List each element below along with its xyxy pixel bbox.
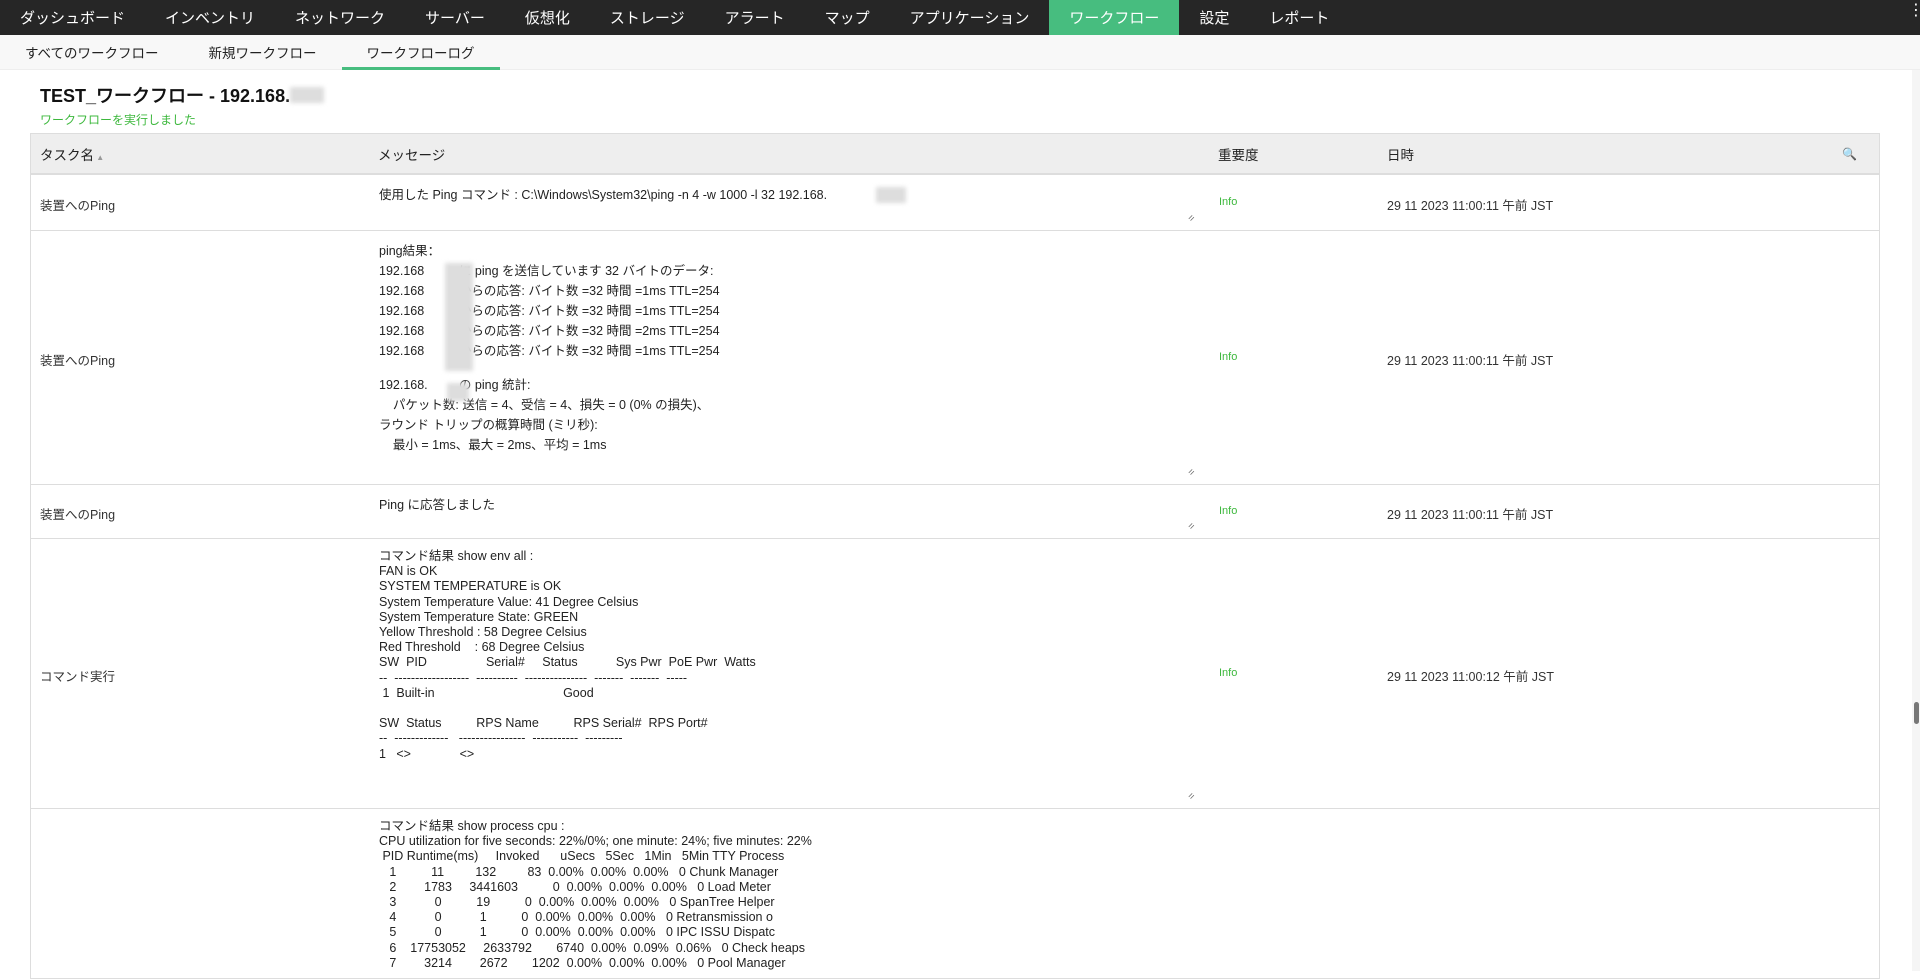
message-text: 使用した Ping コマンド : C:\Windows\System32\pin… bbox=[379, 185, 1229, 205]
sub-navigation: すべてのワークフロー 新規ワークフロー ワークフローログ bbox=[0, 35, 1920, 70]
redacted-ip bbox=[876, 187, 906, 203]
nav-item[interactable]: 仮想化 bbox=[505, 0, 590, 35]
resize-handle-icon[interactable]: = bbox=[1186, 467, 1198, 479]
message-line: PID Runtime(ms) Invoked uSecs 5Sec 1Min … bbox=[379, 849, 785, 864]
nav-item[interactable]: マップ bbox=[805, 0, 890, 35]
nav-item[interactable]: アラート bbox=[705, 0, 805, 35]
message-line: 5 0 1 0 0.00% 0.00% 0.00% 0 IPC ISSU Dis… bbox=[379, 925, 776, 940]
message-line: 2 1783 3441603 0 0.00% 0.00% 0.00% 0 Loa… bbox=[379, 879, 771, 894]
scrollbar-thumb[interactable] bbox=[1914, 702, 1919, 724]
page-title: TEST_ワークフロー - 192.168. bbox=[40, 82, 325, 108]
message-line: 1 <> <> bbox=[379, 746, 475, 761]
datetime: 29 11 2023 11:00:11 午前 JST bbox=[1387, 354, 1554, 368]
message-line: パケット数: 送信 = 4、受信 = 4、損失 = 0 (0% の損失)、 bbox=[379, 398, 710, 412]
more-menu-icon[interactable]: ⋮ bbox=[1908, 3, 1920, 19]
message-line: 192.168 からの応答: バイト数 =32 時間 =1ms TTL=254 bbox=[379, 344, 720, 358]
column-header-datetime[interactable]: 日時 bbox=[1387, 144, 1414, 164]
message-line: -- ------------------ ---------- -------… bbox=[379, 670, 688, 685]
table-row: 装置へのPing Info 29 11 2023 11:00:11 午前 JST pi… bbox=[31, 231, 1879, 485]
resize-handle-icon[interactable]: = bbox=[1186, 213, 1198, 225]
message-line: 1 11 132 83 0.00% 0.00% 0.00% 0 Chunk Ma… bbox=[379, 864, 779, 879]
redacted-ip bbox=[447, 383, 469, 401]
nav-item[interactable]: レポート bbox=[1249, 0, 1349, 35]
page-title-text: TEST_ワークフロー - 192.168. bbox=[40, 86, 291, 106]
message-line: Ping に応答しました bbox=[379, 498, 495, 512]
nav-item[interactable]: アプリケーション bbox=[890, 0, 1050, 35]
nav-item[interactable]: ネットワーク bbox=[275, 0, 405, 35]
message-line: SW Status RPS Name RPS Serial# RPS Port# bbox=[379, 716, 708, 731]
column-header-severity[interactable]: 重要度 bbox=[1218, 144, 1259, 164]
subnav-tab[interactable]: ワークフローログ bbox=[341, 35, 500, 70]
message-line: SYSTEM TEMPERATURE is OK bbox=[379, 579, 562, 594]
message-line: 7 3214 2672 1202 0.00% 0.00% 0.00% 0 Poo… bbox=[379, 955, 786, 970]
message-line: コマンド結果 show env all : bbox=[379, 549, 534, 563]
message-line: 192.168 からの応答: バイト数 =32 時間 =1ms TTL=254 bbox=[379, 304, 720, 318]
message-line: 192.168. の ping 統計: bbox=[379, 378, 531, 392]
nav-item[interactable]: 設定 bbox=[1179, 0, 1249, 35]
subnav-tab[interactable]: すべてのワークフロー bbox=[0, 35, 184, 69]
message-line: 192.168 からの応答: バイト数 =32 時間 =1ms TTL=254 bbox=[379, 284, 720, 298]
task-name: 装置へのPing bbox=[40, 354, 116, 368]
message-line: -- ------------- ---------------- ------… bbox=[379, 731, 623, 746]
resize-handle-icon[interactable]: = bbox=[1186, 521, 1198, 533]
subnav-tab[interactable]: 新規ワークフロー bbox=[184, 35, 342, 69]
redacted-ip bbox=[445, 263, 473, 371]
table-header: タスク名 ▲ メッセージ 重要度 日時 🔍 bbox=[31, 134, 1879, 175]
nav-item[interactable]: ストレージ bbox=[590, 0, 705, 35]
search-icon[interactable]: 🔍 bbox=[1842, 147, 1857, 161]
column-header-task[interactable]: タスク名 ▲ bbox=[40, 144, 104, 164]
table-row: コマンド結果 show process cpu : CPU utilization… bbox=[31, 809, 1879, 979]
message-line: 192.168 に ping を送信しています 32 バイトのデータ: bbox=[379, 264, 714, 278]
message-line: CPU utilization for five seconds: 22%/0%… bbox=[379, 834, 812, 849]
message-text: コマンド結果 show env all : FAN is OK SYSTEM TEM… bbox=[379, 549, 1229, 762]
scrollbar[interactable] bbox=[1912, 70, 1920, 971]
task-header-label: タスク名 bbox=[40, 147, 94, 163]
message-text: Ping に応答しました bbox=[379, 495, 1229, 515]
message-line: ラウンド トリップの概算時間 (ミリ秒): bbox=[379, 418, 598, 432]
status-message: ワークフローを実行しました bbox=[40, 113, 197, 127]
workflow-log-table: タスク名 ▲ メッセージ 重要度 日時 🔍 装置へのPing Info 29 11 … bbox=[30, 133, 1880, 979]
column-header-message[interactable]: メッセージ bbox=[378, 144, 445, 164]
message-text: コマンド結果 show process cpu : CPU utilization… bbox=[379, 819, 1229, 971]
message-line: 4 0 1 0 0.00% 0.00% 0.00% 0 Retransmissi… bbox=[379, 910, 773, 925]
nav-item[interactable]: サーバー bbox=[405, 0, 505, 35]
message-line: 1 Built-in Good bbox=[379, 685, 594, 700]
message-line bbox=[379, 701, 1229, 716]
nav-item[interactable]: インベントリ bbox=[145, 0, 275, 35]
message-line: FAN is OK bbox=[379, 564, 438, 579]
message-line: System Temperature State: GREEN bbox=[379, 609, 579, 624]
nav-item[interactable]: ダッシュボード bbox=[0, 0, 145, 35]
message-line: 192.168 からの応答: バイト数 =32 時間 =2ms TTL=254 bbox=[379, 324, 720, 338]
message-line: 3 0 19 0 0.00% 0.00% 0.00% 0 SpanTree He… bbox=[379, 895, 775, 910]
datetime: 29 11 2023 11:00:12 午前 JST bbox=[1387, 670, 1555, 684]
message-line: コマンド結果 show process cpu : bbox=[379, 819, 565, 833]
message-line: SW PID Serial# Status Sys Pwr PoE Pwr Wa… bbox=[379, 655, 756, 670]
sort-icon[interactable]: ▲ bbox=[94, 153, 104, 162]
task-name: コマンド実行 bbox=[40, 670, 116, 684]
message-line: System Temperature Value: 41 Degree Cels… bbox=[379, 594, 639, 609]
datetime: 29 11 2023 11:00:11 午前 JST bbox=[1387, 199, 1554, 213]
message-line: 6 17753052 2633792 6740 0.00% 0.09% 0.06… bbox=[379, 940, 805, 955]
message-line: 使用した Ping コマンド : C:\Windows\System32\pin… bbox=[379, 188, 828, 202]
redacted-ip bbox=[290, 87, 325, 103]
top-navigation: ダッシュボード インベントリ ネットワーク サーバー 仮想化 ストレージ アラート マップ アプ… bbox=[0, 0, 1920, 35]
datetime: 29 11 2023 11:00:11 午前 JST bbox=[1387, 508, 1554, 522]
message-line: Red Threshold : 68 Degree Celsius bbox=[379, 640, 585, 655]
task-name: 装置へのPing bbox=[40, 508, 116, 522]
message-line: Yellow Threshold : 58 Degree Celsius bbox=[379, 625, 587, 640]
resize-handle-icon[interactable]: = bbox=[1186, 791, 1198, 803]
task-name: 装置へのPing bbox=[40, 199, 116, 213]
message-line: ping結果： bbox=[379, 244, 441, 258]
message-text: ping結果： 192.168 に ping を送信しています 32 バイトのデー… bbox=[379, 241, 1229, 455]
nav-item[interactable]: ワークフロー bbox=[1049, 0, 1180, 35]
table-row: コマンド実行 Info 29 11 2023 11:00:12 午前 JST コマンド… bbox=[31, 539, 1879, 809]
table-row: 装置へのPing Info 29 11 2023 11:00:11 午前 JST 使用… bbox=[31, 175, 1879, 231]
table-row: 装置へのPing Info 29 11 2023 11:00:11 午前 JST Pi… bbox=[31, 485, 1879, 539]
message-line: 最小 = 1ms、最大 = 2ms、平均 = 1ms bbox=[379, 438, 607, 452]
